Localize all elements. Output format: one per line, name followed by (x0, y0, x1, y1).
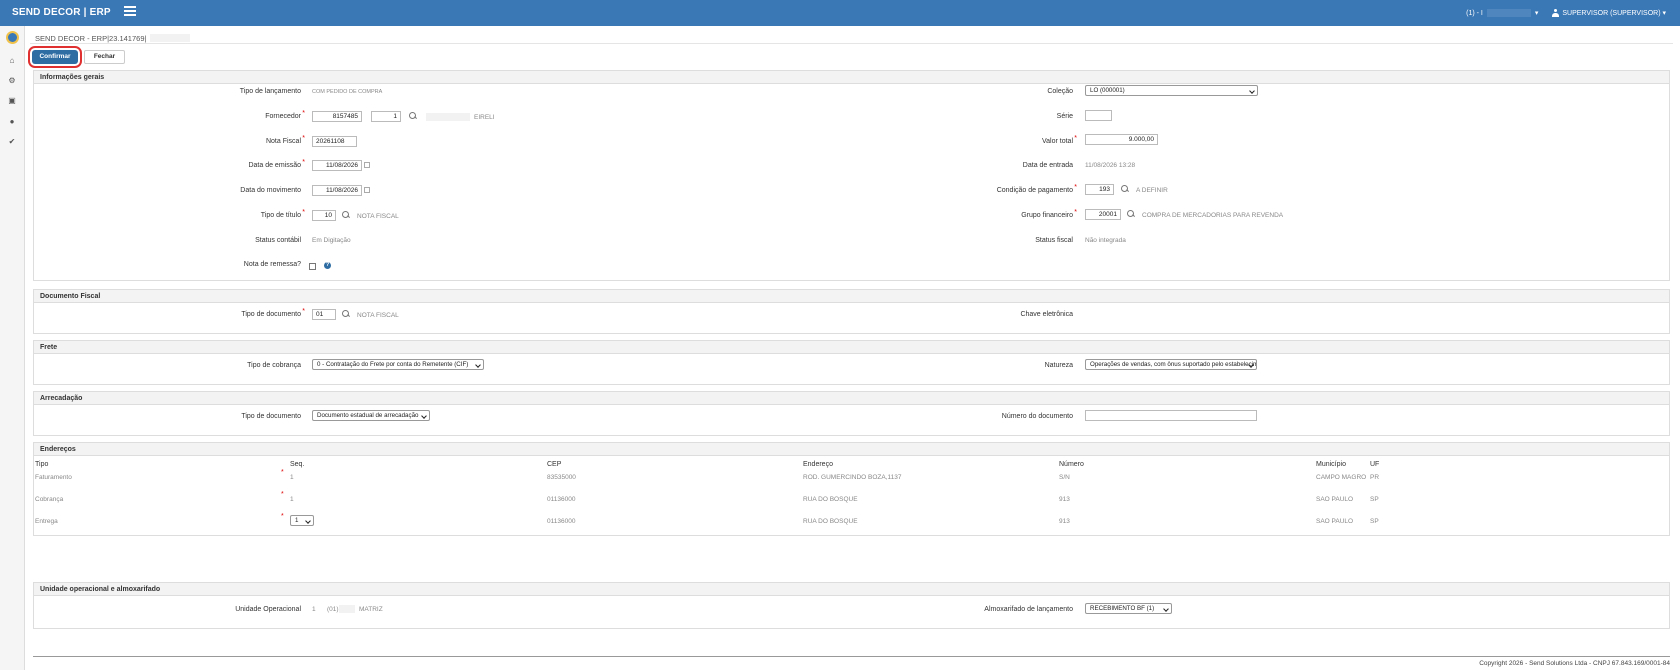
grupo-financeiro-input[interactable]: 20001 (1085, 209, 1121, 220)
data-entrada-value: 11/08/2026 13:28 (1085, 162, 1136, 169)
natureza-select[interactable]: Operações de vendas, com ônus suportado … (1085, 359, 1257, 370)
arrecadacao-panel: Arrecadação Tipo de documento Documento … (33, 391, 1670, 436)
cell-uf: PR (1370, 474, 1380, 481)
cell-tipo: Faturamento (35, 474, 72, 481)
required-marker: * (281, 491, 284, 498)
column-header-seq: Seq. (290, 461, 305, 468)
header-divider (30, 43, 1673, 44)
nota-remessa-checkbox[interactable] (309, 263, 316, 270)
cell-seq: 1 (290, 474, 294, 481)
almoxarifado-select[interactable]: RECEBIMENTO BF (1) (1085, 603, 1172, 614)
top-right-area: (1) - I ▾ SUPERVISOR (SUPERVISOR) ▾ (1466, 9, 1666, 18)
column-header-numero: Número (1059, 461, 1084, 468)
cell-cep: 01136000 (547, 518, 576, 525)
cell-municipio: SAO PAULO (1316, 496, 1354, 503)
menu-toggle-icon[interactable] (124, 6, 136, 18)
data-entrada-label: Data de entrada (1022, 162, 1073, 169)
thumbs-up-icon[interactable]: ✔ (7, 137, 17, 147)
general-info-panel: Informações gerais Tipo de lançamento CO… (33, 70, 1670, 281)
cell-endereco: RUA DO BOSQUE (803, 518, 858, 525)
condicao-pagamento-desc: A DEFINIR (1136, 187, 1168, 194)
required-marker: * (281, 469, 284, 476)
column-header-uf: UF (1370, 461, 1380, 468)
grupo-financeiro-search-icon[interactable] (1127, 210, 1135, 218)
confirm-button[interactable]: Confirmar (28, 46, 82, 68)
app-logo-icon[interactable] (6, 31, 19, 44)
cell-tipo: Cobrança (35, 496, 64, 503)
valor-total-label: Valor total (34, 135, 1077, 145)
cell-cep: 83535000 (547, 474, 576, 481)
numero-documento-input[interactable] (1085, 410, 1257, 421)
valor-total-input[interactable]: 9.000,00 (1085, 134, 1158, 145)
footer-divider (33, 656, 1670, 657)
documento-fiscal-panel: Documento Fiscal Tipo de documento 01 NO… (33, 289, 1670, 334)
user-icon (1552, 9, 1560, 18)
panel-title: Arrecadação (34, 392, 1669, 405)
top-navbar: SEND DECOR | ERP (1) - I ▾ SUPERVISOR (SU… (0, 0, 1680, 26)
left-sidebar: ⌂ ⚙ ▣ ● ✔ (0, 26, 25, 670)
settings-icon[interactable]: ⚙ (7, 76, 17, 86)
company-name-mask (1486, 9, 1531, 18)
document-title-text: SEND DECOR - ERP|23.141769| (35, 34, 147, 43)
column-header-municipio: Município (1316, 461, 1346, 468)
panel-title: Documento Fiscal (34, 290, 1669, 303)
cell-numero: 913 (1059, 496, 1070, 503)
seq-select[interactable]: 1 (290, 515, 314, 526)
cell-municipio: SAO PAULO (1316, 518, 1354, 525)
column-header-endereco: Endereço (803, 461, 833, 468)
brand-title[interactable]: SEND DECOR | ERP (12, 7, 111, 18)
enderecos-panel: Endereços Tipo Seq. CEP Endereço Número … (33, 442, 1670, 536)
home-icon[interactable]: ⌂ (7, 56, 17, 66)
status-fiscal-label: Status fiscal (1035, 237, 1073, 244)
colecao-select[interactable]: LO (000001) (1085, 85, 1258, 96)
cart-icon[interactable]: ▣ (7, 96, 17, 106)
serie-input[interactable] (1085, 110, 1112, 121)
grupo-financeiro-desc: COMPRA DE MERCADORIAS PARA REVENDA (1142, 212, 1284, 219)
column-header-tipo: Tipo (35, 461, 49, 468)
help-icon[interactable]: ? (324, 262, 331, 269)
cell-numero: S/N (1059, 474, 1070, 481)
nota-remessa-label: Nota de remessa? (243, 261, 301, 268)
user-icon[interactable]: ● (7, 117, 17, 127)
cell-uf: SP (1370, 496, 1379, 503)
panel-title: Informações gerais (34, 71, 1669, 84)
close-button[interactable]: Fechar (84, 50, 125, 64)
status-fiscal-value: Não integrada (1085, 237, 1126, 244)
user-name: SUPERVISOR (SUPERVISOR) (1562, 10, 1661, 17)
cell-seq: 1 (290, 496, 294, 503)
cell-endereco: RUA DO BOSQUE (803, 496, 858, 503)
panel-title: Frete (34, 341, 1669, 354)
colecao-label: Coleção (1047, 88, 1073, 95)
condicao-pagamento-input[interactable]: 193 (1085, 184, 1114, 195)
required-marker: * (281, 513, 284, 520)
cell-uf: SP (1370, 518, 1379, 525)
grupo-financeiro-label: Grupo financeiro (34, 209, 1077, 219)
condicao-pagamento-label: Condição de pagamento (34, 184, 1077, 194)
panel-title: Endereços (34, 443, 1669, 456)
natureza-label: Natureza (1044, 362, 1073, 369)
chave-eletronica-label: Chave eletrônica (1020, 311, 1073, 318)
almoxarifado-label: Almoxarifado de lançamento (984, 606, 1073, 613)
user-menu[interactable]: SUPERVISOR (SUPERVISOR) ▾ (1552, 9, 1666, 18)
cell-endereco: ROD. GUMERCINDO BOZA,1137 (803, 474, 902, 481)
condicao-pagamento-search-icon[interactable] (1121, 185, 1129, 193)
footer-copyright: Copyright 2026 - Send Solutions Ltda - C… (1479, 660, 1670, 667)
unidade-panel: Unidade operacional e almoxarifado Unida… (33, 582, 1670, 629)
frete-panel: Frete Tipo de cobrança 0 - Contratação d… (33, 340, 1670, 385)
cell-numero: 913 (1059, 518, 1070, 525)
panel-title: Unidade operacional e almoxarifado (34, 583, 1669, 596)
cell-municipio: CAMPO MAGRO (1316, 474, 1367, 481)
serie-label: Série (1056, 113, 1073, 120)
cell-tipo: Entrega (35, 518, 58, 525)
document-title: SEND DECOR - ERP|23.141769| (35, 34, 191, 43)
company-selector[interactable]: (1) - I ▾ (1466, 9, 1538, 18)
numero-documento-label: Número do documento (1001, 413, 1073, 420)
title-mask (150, 34, 191, 42)
cell-cep: 01136000 (547, 496, 576, 503)
column-header-cep: CEP (547, 461, 562, 468)
company-selector-label: (1) - I (1466, 10, 1483, 17)
